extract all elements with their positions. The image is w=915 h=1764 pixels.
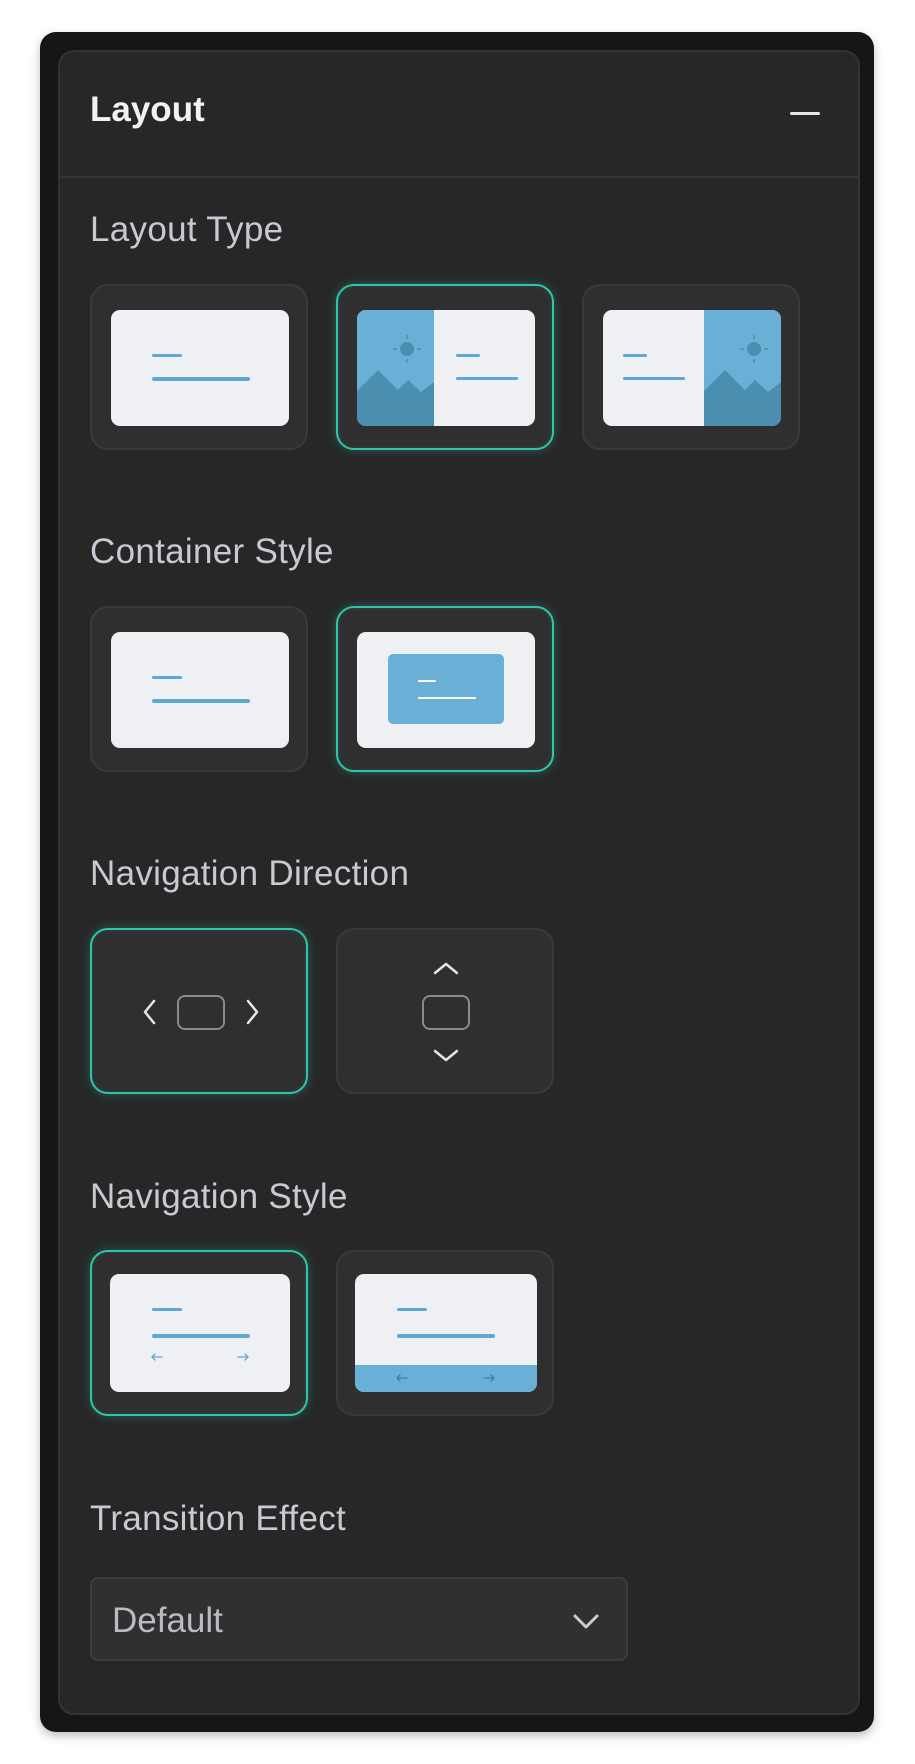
navigation-direction-horizontal[interactable] — [90, 928, 308, 1094]
sun-icon — [400, 342, 414, 356]
chevron-left-icon — [143, 999, 156, 1025]
chevron-down-icon — [573, 1614, 599, 1629]
chevron-right-icon — [246, 999, 259, 1025]
transition-effect-select[interactable]: Default — [90, 1577, 628, 1661]
navigation-style-inline-arrows[interactable] — [90, 1250, 308, 1416]
layout-type-text-only[interactable] — [90, 284, 308, 450]
container-style-label: Container Style — [90, 532, 334, 571]
chevron-down-icon — [433, 1049, 459, 1062]
navigation-style-label: Navigation Style — [90, 1177, 348, 1216]
layout-type-image-left[interactable] — [336, 284, 554, 450]
container-style-full[interactable] — [90, 606, 308, 772]
transition-effect-value: Default — [112, 1601, 223, 1640]
navigation-direction-label: Navigation Direction — [90, 854, 410, 893]
transition-effect-label: Transition Effect — [90, 1499, 347, 1538]
chevron-up-icon — [433, 962, 459, 975]
panel-title: Layout — [90, 90, 205, 129]
navigation-direction-vertical[interactable] — [336, 928, 554, 1094]
panel-header: Layout — [60, 52, 858, 178]
layout-panel: Layout Layout Type Container Style Navig… — [58, 50, 860, 1715]
layout-type-label: Layout Type — [90, 210, 284, 249]
container-style-boxed[interactable] — [336, 606, 554, 772]
navigation-style-bottom-bar[interactable] — [336, 1250, 554, 1416]
sun-icon — [747, 342, 761, 356]
layout-type-image-right[interactable] — [582, 284, 800, 450]
collapse-icon[interactable] — [790, 100, 820, 130]
